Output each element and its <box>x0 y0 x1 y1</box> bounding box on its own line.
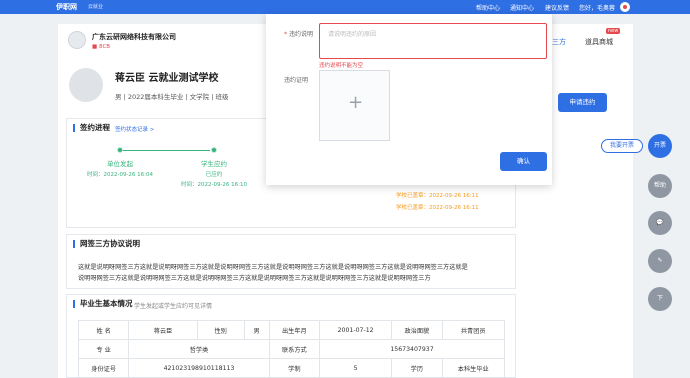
confirm-button[interactable]: 确认 <box>500 152 547 171</box>
plus-icon: + <box>348 92 364 113</box>
required-mark: * <box>284 31 287 38</box>
reason-label-text: 违约说明 <box>289 31 314 38</box>
breach-modal: * 违约说明 请说明违约的原因 违约说明不能为空 违约证明 + 确认 <box>266 14 552 185</box>
reason-error: 违约说明不能为空 <box>319 63 364 69</box>
proof-label: 违约证明 <box>284 77 309 84</box>
proof-upload[interactable]: + <box>319 70 390 141</box>
reason-textarea[interactable]: 请说明违约的原因 <box>319 23 547 59</box>
reason-label: * 违约说明 <box>284 29 313 38</box>
